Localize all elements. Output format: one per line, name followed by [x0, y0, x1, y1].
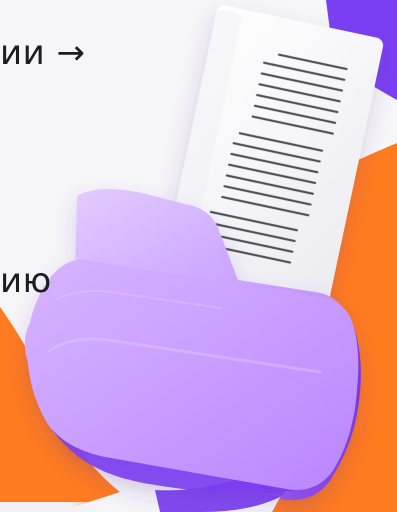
- promo-banner: ии → ию: [0, 0, 397, 512]
- bottom-cropped-text: [0, 502, 110, 512]
- hero-text: ии → ию: [0, 33, 86, 301]
